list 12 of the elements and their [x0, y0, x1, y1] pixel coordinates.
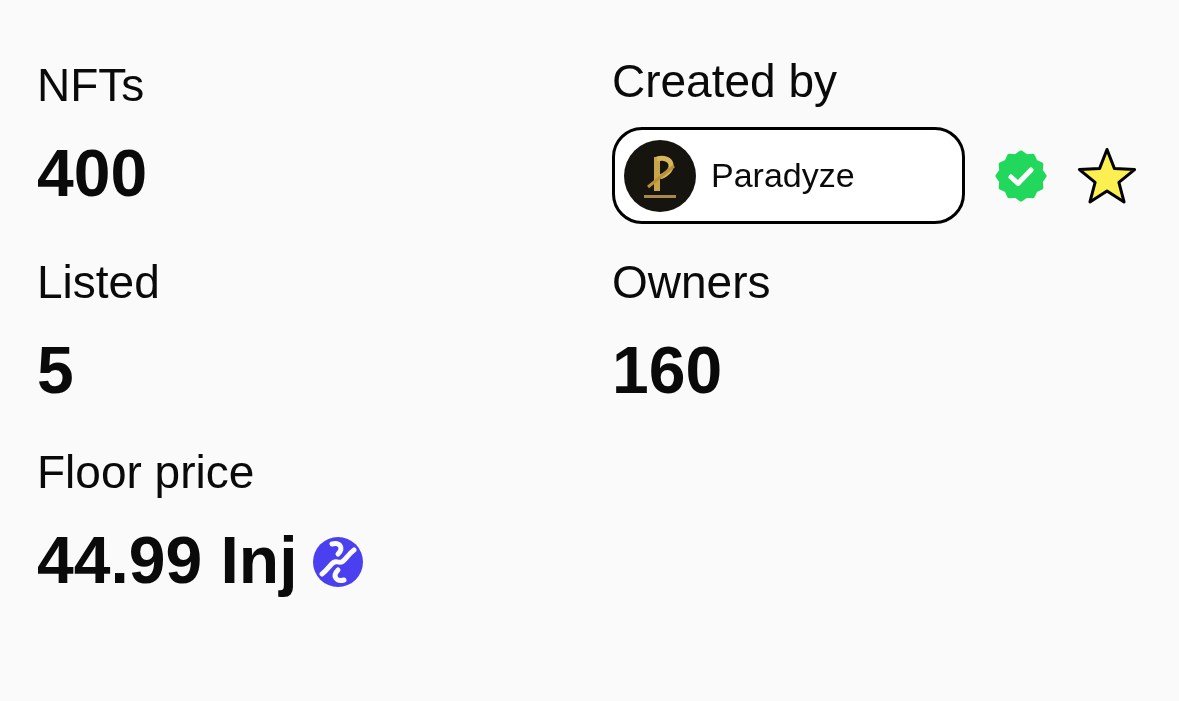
stat-label: Listed	[37, 255, 161, 310]
stat-value: 160	[612, 332, 724, 409]
stat-value: 44.99 Inj	[37, 522, 298, 599]
creator-chip[interactable]: Paradyze	[612, 127, 965, 224]
stat-label: NFTs	[37, 58, 146, 113]
stat-value: 400	[37, 135, 149, 212]
logo-avatar-icon	[624, 139, 696, 212]
stat-label: Owners	[612, 255, 772, 310]
stat-label: Floor price	[37, 445, 256, 500]
created-by-label: Created by	[612, 54, 838, 109]
token-logo-icon	[311, 536, 364, 588]
stat-value: 5	[37, 332, 75, 409]
